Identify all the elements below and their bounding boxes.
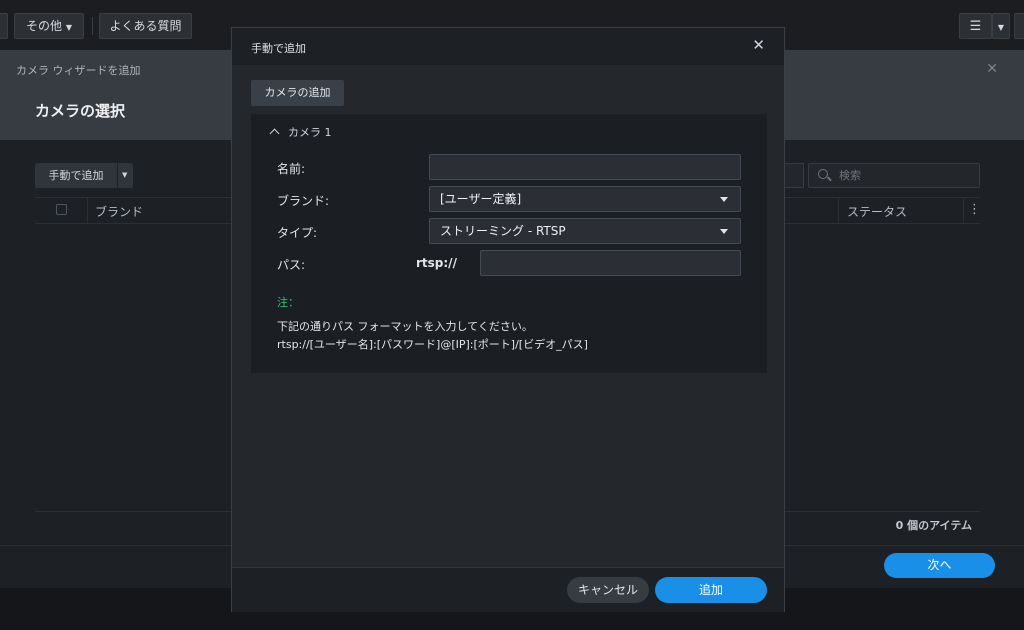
close-icon[interactable]: ✕ [986,61,998,77]
name-label: 名前: [277,162,306,176]
chevron-down-icon: ▼ [122,171,128,179]
filter-dropdown[interactable] [784,163,804,188]
chevron-up-icon [269,128,280,139]
path-input[interactable] [480,250,741,276]
add-manual-button[interactable]: 手動で追加 [35,163,117,188]
column-divider [963,198,964,223]
chevron-down-icon: ▼ [997,23,1005,32]
wizard-title: カメラの選択 [35,102,126,120]
brand-value: [ユーザー定義] [440,192,522,206]
caret-down-icon [720,197,728,202]
other-menu-button[interactable]: その他 ▼ [14,13,84,39]
dialog-header: 手動で追加 ✕ [232,28,784,65]
column-divider [838,198,839,223]
note-label: 注： [277,296,299,309]
type-label: タイプ: [277,226,318,240]
view-options-dropdown[interactable]: ▼ [992,13,1010,39]
more-options-icon[interactable]: ⋮ [968,202,981,217]
toolbar-divider [92,17,93,35]
type-value: ストリーミング - RTSP [440,224,566,238]
dialog-title: 手動で追加 [251,42,306,55]
add-button[interactable]: 追加 [655,577,767,603]
wizard-subtitle: カメラ ウィザードを追加 [16,64,141,77]
close-icon[interactable]: ✕ [752,36,765,54]
path-label: パス: [277,258,306,272]
chevron-down-icon: ▼ [65,23,72,32]
add-manual-dialog: 手動で追加 ✕ カメラの追加 カメラ 1 名前: ブランド: [ユーザー定義] … [231,27,785,612]
toolbar-left-button[interactable] [0,13,8,39]
column-header-brand[interactable]: ブランド [95,203,143,220]
caret-down-icon [720,229,728,234]
list-icon: ☰ [969,19,982,34]
rtsp-prefix: rtsp:// [416,256,457,270]
other-menu-label: その他 [26,19,63,33]
note-line-2: rtsp://[ユーザー名]:[パスワード]@[IP]:[ポート]/[ビデオ_パ… [277,338,588,351]
note-text: 下記の通りパス フォーマットを入力してください。 rtsp://[ユーザー名]:… [277,318,588,354]
faq-button[interactable]: よくある質問 [99,13,192,39]
camera-section-label: カメラ 1 [288,126,332,139]
type-select[interactable]: ストリーミング - RTSP [429,218,741,244]
name-input[interactable] [429,154,741,180]
column-divider [87,198,88,223]
note-line-1: 下記の通りパス フォーマットを入力してください。 [277,320,533,333]
select-all-checkbox[interactable] [56,204,67,215]
add-manual-dropdown[interactable]: ▼ [118,163,133,188]
next-button[interactable]: 次へ [884,553,995,578]
cancel-button[interactable]: キャンセル [567,577,649,603]
camera-panel: カメラ 1 名前: ブランド: [ユーザー定義] タイプ: ストリーミング - … [251,114,767,373]
list-view-button[interactable]: ☰ [959,13,992,39]
camera-section-header[interactable]: カメラ 1 [269,124,332,140]
add-camera-button[interactable]: カメラの追加 [251,80,344,106]
item-count: 0 個のアイテム [895,519,972,532]
dialog-footer: キャンセル 追加 [232,567,784,612]
column-header-status[interactable]: ステータス [847,203,907,220]
brand-select[interactable]: [ユーザー定義] [429,186,741,212]
brand-label: ブランド: [277,194,330,208]
search-input[interactable]: 検索 [808,163,980,188]
toolbar-right-button[interactable] [1014,13,1024,39]
